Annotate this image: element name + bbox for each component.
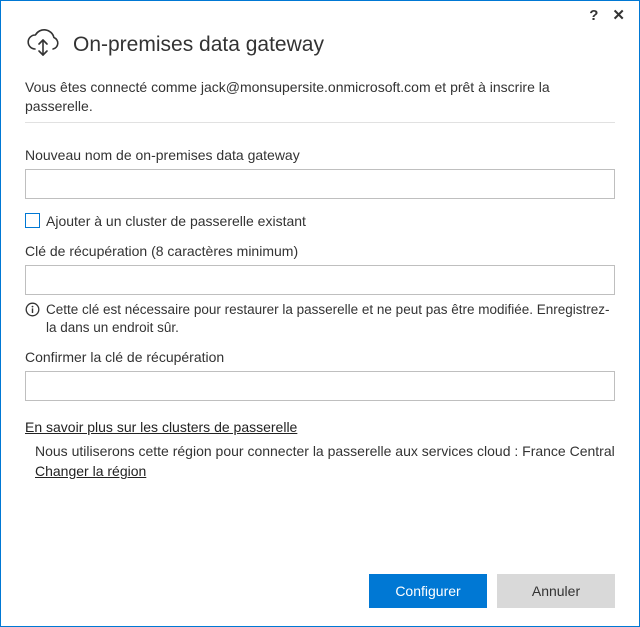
recovery-key-input[interactable] xyxy=(25,265,615,295)
region-text: Nous utiliserons cette région pour conne… xyxy=(25,443,615,459)
configure-button[interactable]: Configurer xyxy=(369,574,487,608)
cluster-checkbox[interactable] xyxy=(25,213,40,228)
name-label: Nouveau nom de on-premises data gateway xyxy=(25,147,615,163)
name-field-group: Nouveau nom de on-premises data gateway xyxy=(25,147,615,199)
cluster-checkbox-row[interactable]: Ajouter à un cluster de passerelle exist… xyxy=(25,213,615,229)
help-button[interactable]: ? xyxy=(589,7,598,24)
info-icon xyxy=(25,302,40,320)
gateway-registration-window: ? ✕ On-premises data gateway Vous êtes c… xyxy=(0,0,640,627)
confirm-recovery-key-input[interactable] xyxy=(25,371,615,401)
cloud-gateway-icon xyxy=(25,25,61,64)
confirm-field-group: Confirmer la clé de récupération xyxy=(25,349,615,401)
close-button[interactable]: ✕ xyxy=(612,6,625,24)
recovery-info-text: Cette clé est nécessaire pour restaurer … xyxy=(46,301,615,337)
confirm-label: Confirmer la clé de récupération xyxy=(25,349,615,365)
cluster-checkbox-label: Ajouter à un cluster de passerelle exist… xyxy=(46,213,306,229)
content-area: On-premises data gateway Vous êtes conne… xyxy=(1,29,639,556)
page-title: On-premises data gateway xyxy=(73,33,324,57)
header: On-premises data gateway xyxy=(25,25,615,64)
gateway-name-input[interactable] xyxy=(25,169,615,199)
learn-more-link[interactable]: En savoir plus sur les clusters de passe… xyxy=(25,419,297,435)
links-block: En savoir plus sur les clusters de passe… xyxy=(25,419,615,479)
footer: Configurer Annuler xyxy=(1,556,639,626)
cancel-button[interactable]: Annuler xyxy=(497,574,615,608)
intro-text: Vous êtes connecté comme jack@monsupersi… xyxy=(25,78,615,123)
change-region-link[interactable]: Changer la région xyxy=(35,463,146,479)
form: Nouveau nom de on-premises data gateway … xyxy=(25,147,615,479)
recovery-info-row: Cette clé est nécessaire pour restaurer … xyxy=(25,301,615,337)
recovery-label: Clé de récupération (8 caractères minimu… xyxy=(25,243,615,259)
recovery-field-group: Clé de récupération (8 caractères minimu… xyxy=(25,243,615,295)
